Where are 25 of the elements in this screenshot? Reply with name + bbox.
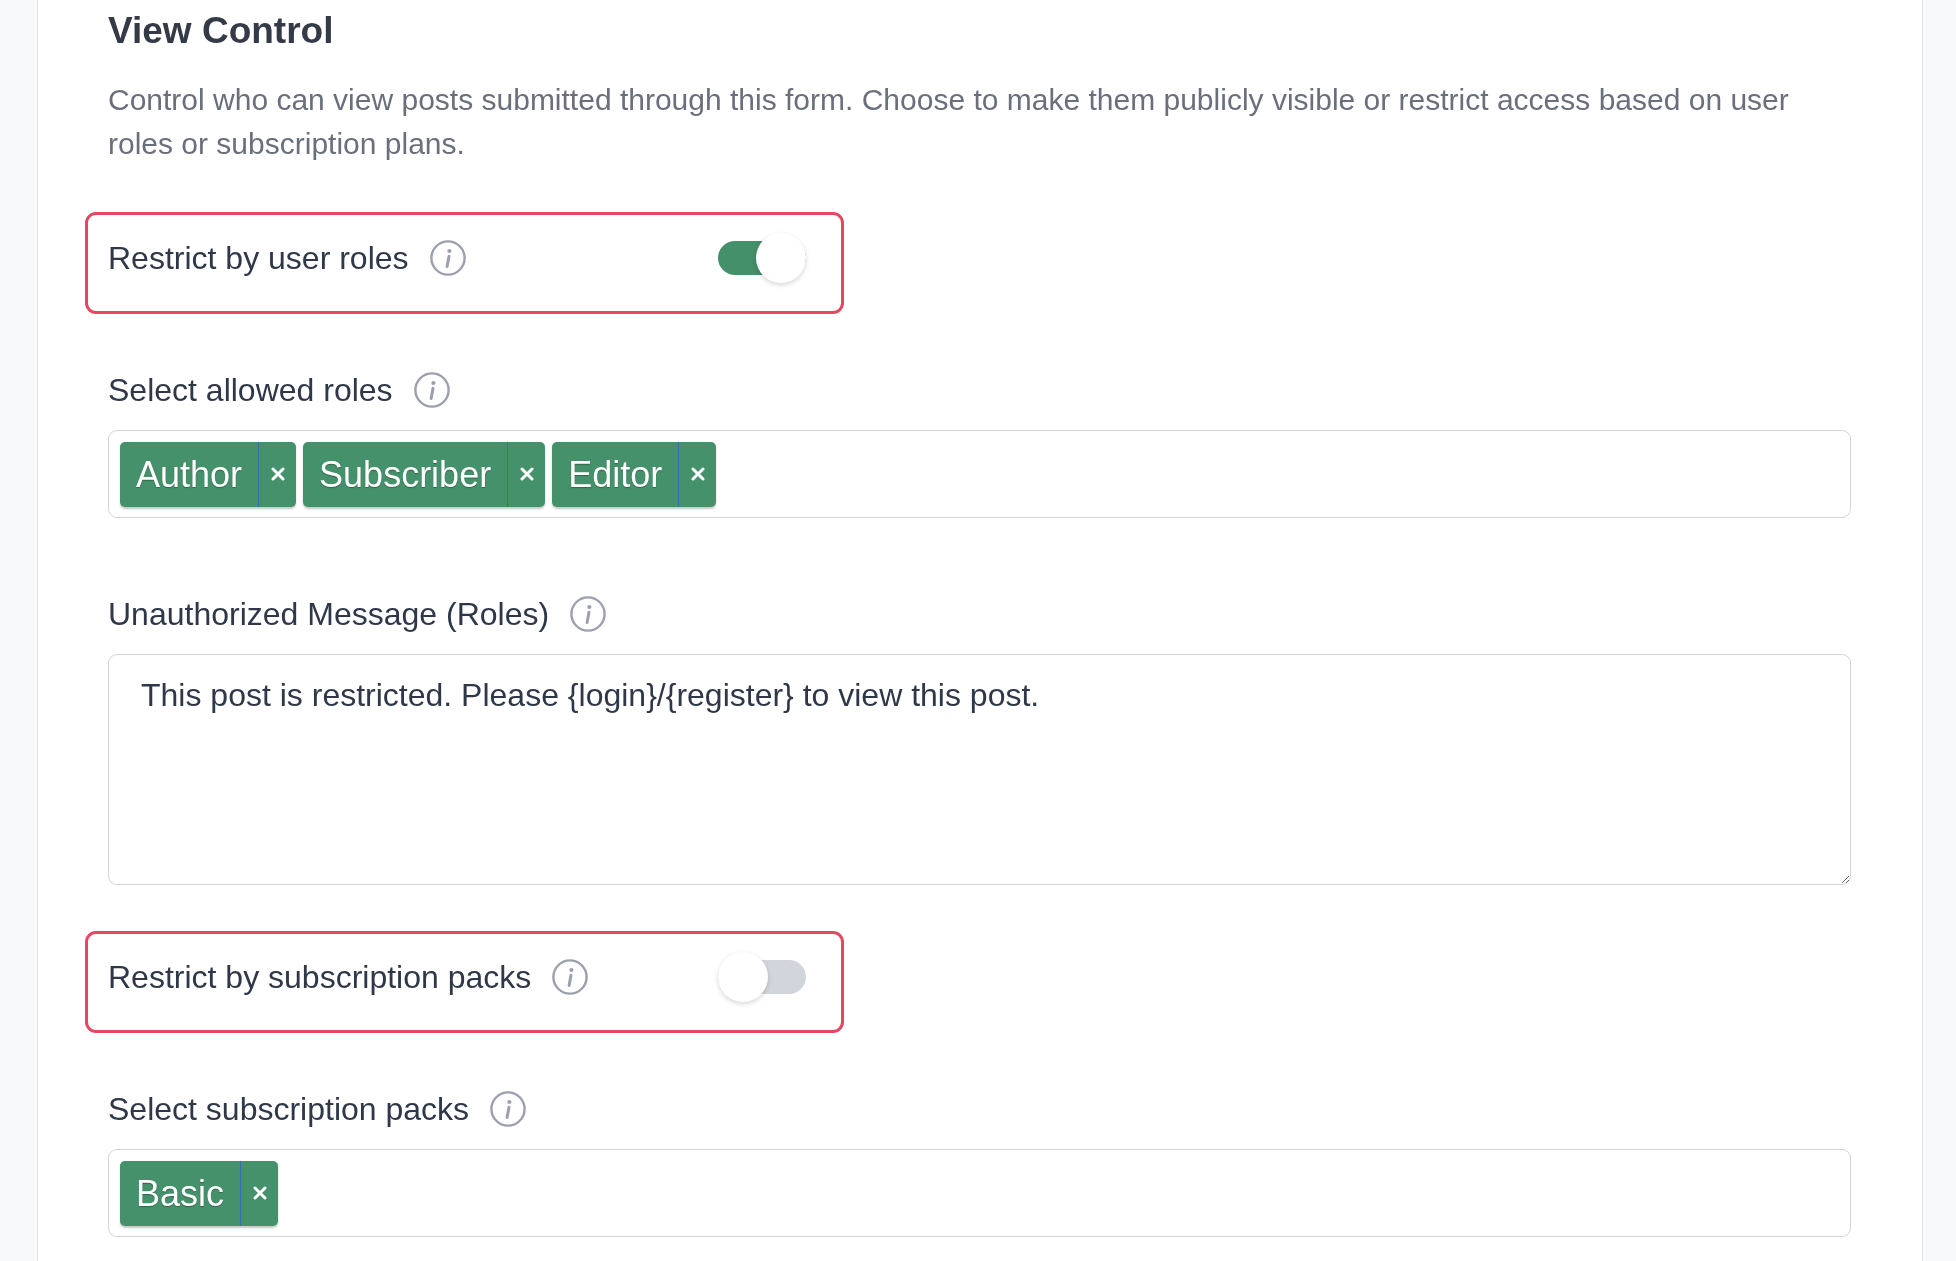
field-label: Select allowed roles bbox=[108, 371, 393, 409]
tag-label: Author bbox=[135, 452, 244, 497]
multi-select-field[interactable]: Basic bbox=[108, 1149, 1851, 1237]
close-icon bbox=[252, 1186, 267, 1200]
toggle-switch[interactable] bbox=[718, 233, 806, 283]
field-label: Unauthorized Message (Roles) bbox=[108, 595, 550, 633]
info-icon[interactable] bbox=[552, 959, 589, 995]
tag-label: Subscriber bbox=[318, 452, 493, 497]
tag-label: Editor bbox=[567, 452, 664, 497]
tag-label: Basic bbox=[135, 1171, 226, 1216]
info-icon[interactable] bbox=[490, 1091, 527, 1127]
info-icon[interactable] bbox=[570, 596, 607, 632]
section-title: View Control bbox=[108, 9, 334, 53]
section-description: Control who can view posts submitted through this form. Choose to make them publicly visible or restrict access based on user roles or subscription plans. bbox=[108, 82, 1790, 162]
close-icon bbox=[690, 467, 705, 481]
multi-select-field[interactable]: Author Subscriber Editor bbox=[108, 430, 1851, 518]
info-icon[interactable] bbox=[413, 372, 450, 408]
close-icon bbox=[519, 467, 534, 481]
message-textarea[interactable]: This post is restricted. Please {login}/{register} to view this post. bbox=[108, 654, 1851, 885]
close-icon bbox=[270, 467, 285, 481]
field-label: Select subscription packs bbox=[108, 1090, 470, 1128]
toggle-switch[interactable] bbox=[718, 952, 806, 1002]
field-label: Restrict by user roles bbox=[108, 239, 409, 277]
info-icon[interactable] bbox=[429, 240, 466, 276]
field-label: Restrict by subscription packs bbox=[108, 958, 532, 996]
